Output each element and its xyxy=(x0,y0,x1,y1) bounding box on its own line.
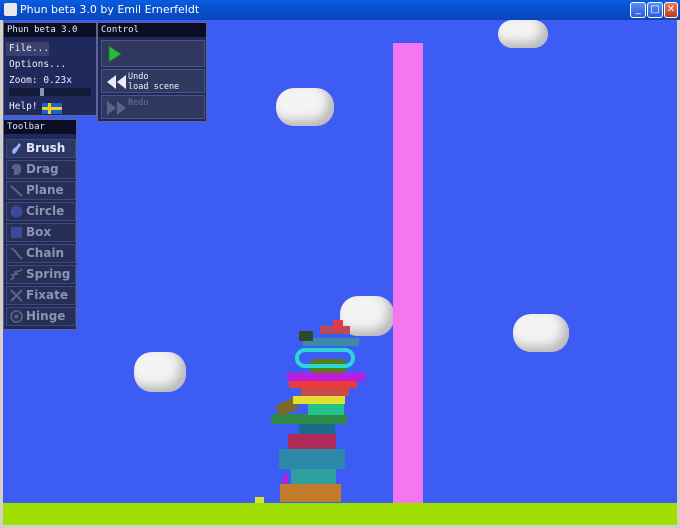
tool-chain[interactable]: Chain xyxy=(6,244,76,263)
cloud xyxy=(513,314,569,352)
control-panel-title: Control xyxy=(98,23,206,37)
stack-block[interactable] xyxy=(289,380,357,388)
stack-block[interactable] xyxy=(299,424,335,434)
drag-icon xyxy=(12,164,21,175)
tool-fixate[interactable]: Fixate xyxy=(6,286,76,305)
main-panel-title: Phun beta 3.0 xyxy=(4,23,96,37)
close-icon: ✕ xyxy=(666,4,676,15)
play-icon xyxy=(108,45,122,63)
stack-block[interactable] xyxy=(293,396,345,404)
redo-label: Redo xyxy=(128,98,149,108)
control-panel: Control Undo load scene Redo xyxy=(97,22,207,122)
redo-button[interactable]: Redo xyxy=(101,95,205,119)
tool-label: Box xyxy=(26,225,52,239)
circle-icon xyxy=(10,205,23,218)
play-button[interactable] xyxy=(101,40,205,67)
tool-label: Fixate xyxy=(26,288,69,302)
brush-icon xyxy=(12,143,21,154)
close-button[interactable]: ✕ xyxy=(664,2,678,18)
stack-block[interactable] xyxy=(308,404,344,415)
stack-block[interactable] xyxy=(279,449,345,469)
cloud xyxy=(276,88,334,126)
hinge-icon xyxy=(10,310,23,323)
minimize-icon: _ xyxy=(635,4,641,15)
tool-box[interactable]: Box xyxy=(6,223,76,242)
fast-forward-icon xyxy=(107,101,126,115)
main-menu-panel: Phun beta 3.0 File... Options... Zoom: 0… xyxy=(3,22,97,116)
stack-block[interactable] xyxy=(287,373,365,381)
tool-label: Drag xyxy=(26,162,59,176)
tool-drag[interactable]: Drag xyxy=(6,160,76,179)
maximize-icon: □ xyxy=(650,4,660,15)
tool-label: Chain xyxy=(26,246,65,260)
stack-block[interactable] xyxy=(288,434,336,449)
window-title: Phun beta 3.0 by Emil Ernerfeldt xyxy=(20,3,200,16)
maximize-button[interactable]: □ xyxy=(647,2,663,18)
tool-hinge[interactable]: Hinge xyxy=(6,307,76,326)
tool-label: Hinge xyxy=(26,309,66,323)
spring-icon xyxy=(10,268,23,281)
options-menu-item[interactable]: Options... xyxy=(6,58,69,72)
minimize-button[interactable]: _ xyxy=(630,2,646,18)
tool-label: Circle xyxy=(26,204,65,218)
rewind-icon xyxy=(107,75,126,89)
undo-label: Undo xyxy=(128,72,149,82)
stack-block[interactable] xyxy=(333,320,343,330)
fixate-icon xyxy=(10,289,23,302)
box-icon xyxy=(11,227,22,238)
stack-block[interactable] xyxy=(301,388,349,396)
stack-block[interactable] xyxy=(283,475,288,484)
cloud xyxy=(498,20,548,48)
stack-block[interactable] xyxy=(280,484,341,502)
help-menu-item[interactable]: Help! xyxy=(6,100,38,114)
tool-label: Plane xyxy=(26,183,64,197)
stack-block[interactable] xyxy=(299,331,313,341)
toolbar-title: Toolbar xyxy=(4,120,76,134)
tool-label: Spring xyxy=(26,267,71,281)
chain-icon xyxy=(10,247,23,260)
file-menu-item[interactable]: File... xyxy=(6,42,49,56)
cloud xyxy=(134,352,186,392)
zoom-slider[interactable] xyxy=(9,88,91,96)
swedish-flag-icon[interactable] xyxy=(42,103,62,114)
tool-plane[interactable]: Plane xyxy=(6,181,76,200)
tool-brush[interactable]: Brush xyxy=(6,139,76,158)
stack-ring[interactable] xyxy=(295,348,355,368)
tool-spring[interactable]: Spring xyxy=(6,265,76,284)
title-bar: Phun beta 3.0 by Emil Ernerfeldt _ □ ✕ xyxy=(0,0,680,20)
app-icon xyxy=(4,3,17,16)
stack-block[interactable] xyxy=(291,469,336,484)
toolbar-panel: Toolbar Brush Drag Plane Circle Box Chai… xyxy=(3,119,77,330)
undo-detail: load scene xyxy=(128,82,180,92)
tool-label: Brush xyxy=(26,141,66,155)
plane-icon xyxy=(10,185,23,197)
ground[interactable] xyxy=(3,503,677,525)
pink-pillar[interactable] xyxy=(393,43,423,503)
zoom-slider-handle[interactable] xyxy=(40,88,44,96)
zoom-label: Zoom: 0.23x xyxy=(9,75,72,86)
tool-circle[interactable]: Circle xyxy=(6,202,76,221)
undo-button[interactable]: Undo load scene xyxy=(101,69,205,93)
